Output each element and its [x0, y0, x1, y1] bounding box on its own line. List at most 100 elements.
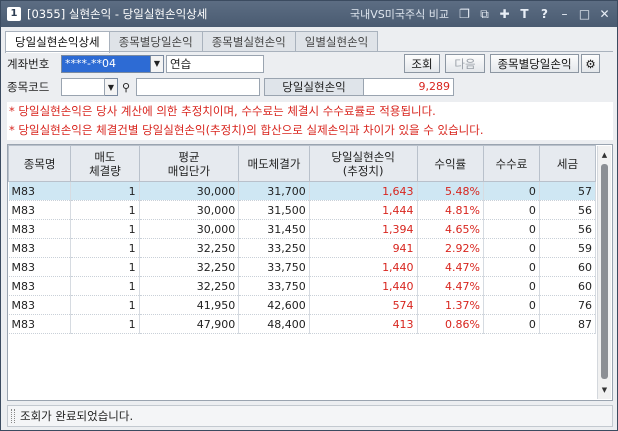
cell-profit: 1,394 [309, 219, 418, 239]
cell-tax: 76 [539, 295, 597, 315]
cell-sell-price: 48,400 [238, 314, 310, 334]
cell-sell-price: 31,450 [238, 219, 310, 239]
table-header-row: 종목명 매도 체결량 평균 매입단가 매도체결가 당일실현손익 (추정치) 수익률 수… [7, 145, 597, 182]
cell-qty: 1 [70, 314, 140, 334]
table-row[interactable]: M83 1 30,000 31,500 1,444 4.81% 0 56 [8, 200, 597, 220]
cell-stock-name: M83 [8, 276, 72, 296]
maximize-icon[interactable]: □ [578, 8, 591, 21]
cell-fee: 0 [483, 200, 540, 220]
tab-bar: 당일실현손익상세 종목별당일손익 종목별실현손익 일별실현손익 [5, 31, 379, 53]
header-tax[interactable]: 세금 [538, 145, 597, 182]
cell-avg-price: 30,000 [139, 219, 240, 239]
help-icon[interactable]: ? [538, 8, 551, 21]
cell-profit: 1,643 [309, 181, 418, 201]
cell-rate: 4.47% [417, 257, 484, 277]
cell-tax: 87 [539, 314, 597, 334]
tab-daily-by-stock[interactable]: 종목별당일손익 [108, 31, 203, 52]
code-row: 종목코드 ▼ ⚲ 당일실현손익 9,289 [7, 78, 454, 96]
notice-box: * 당일실현손익은 당사 계산에 의한 추정치이며, 수수료는 체결시 수수료률… [7, 102, 613, 140]
table-row[interactable]: M83 1 32,250 33,250 941 2.92% 0 59 [8, 238, 597, 258]
realized-pl-table: 종목명 매도 체결량 평균 매입단가 매도체결가 당일실현손익 (추정치) 수익률 수… [7, 144, 613, 401]
cell-sell-price: 33,750 [238, 257, 310, 277]
cell-avg-price: 32,250 [139, 257, 240, 277]
cell-qty: 1 [70, 295, 140, 315]
notice-line: * 당일실현손익은 체결건별 당일실현손익(추정치)의 합산으로 실제손익과 차… [9, 123, 484, 137]
header-fee[interactable]: 수수료 [482, 145, 540, 182]
title-bar[interactable]: 1 [0355] 실현손익 - 당일실현손익상세 국내VS미국주식 비교 ❐ ⧉… [1, 1, 617, 27]
cell-rate: 5.48% [417, 181, 484, 201]
notice-line: * 당일실현손익은 당사 계산에 의한 추정치이며, 수수료는 체결시 수수료률… [9, 104, 436, 118]
table-row[interactable]: M83 1 30,000 31,450 1,394 4.65% 0 56 [8, 219, 597, 239]
link-icon[interactable]: ⧉ [478, 8, 491, 21]
search-icon[interactable]: ⚲ [118, 78, 134, 96]
tab-daily-realized[interactable]: 일별실현손익 [294, 31, 379, 52]
cell-avg-price: 32,250 [139, 238, 240, 258]
cell-rate: 1.37% [417, 295, 484, 315]
summary-label: 당일실현손익 [264, 78, 364, 96]
cell-rate: 4.81% [417, 200, 484, 220]
header-sell-price[interactable]: 매도체결가 [238, 145, 310, 182]
status-message: 조회가 완료되었습니다. [20, 409, 134, 423]
header-return-rate[interactable]: 수익률 [416, 145, 484, 182]
status-grip-icon [11, 409, 15, 423]
cell-qty: 1 [70, 257, 140, 277]
tab-realized-by-stock[interactable]: 종목별실현손익 [201, 31, 296, 52]
cell-tax: 59 [539, 238, 597, 258]
table-row[interactable]: M83 1 47,900 48,400 413 0.86% 0 87 [8, 314, 597, 334]
main-window: 1 [0355] 실현손익 - 당일실현손익상세 국내VS미국주식 비교 ❐ ⧉… [0, 0, 618, 431]
cell-qty: 1 [70, 200, 140, 220]
cell-stock-name: M83 [8, 238, 72, 258]
scroll-down-icon[interactable]: ▼ [598, 383, 611, 397]
cell-tax: 56 [539, 219, 597, 239]
tab-daily-realized-detail[interactable]: 당일실현손익상세 [5, 31, 110, 53]
cell-stock-name: M83 [8, 200, 72, 220]
cell-rate: 4.65% [417, 219, 484, 239]
header-daily-profit[interactable]: 당일실현손익 (추정치) [308, 145, 418, 182]
vertical-scrollbar[interactable]: ▲ ▼ [597, 146, 611, 399]
account-name-field[interactable]: 연습 [166, 54, 264, 73]
by-stock-daily-button[interactable]: 종목별당일손익 [490, 54, 579, 73]
close-icon[interactable]: ✕ [598, 8, 611, 21]
account-number-field[interactable]: ****-**04 [61, 54, 151, 73]
header-avg-buy-price[interactable]: 평균 매입단가 [138, 145, 240, 182]
cell-avg-price: 30,000 [139, 200, 240, 220]
cell-profit: 574 [309, 295, 418, 315]
settings-gear-icon[interactable]: ⚙ [581, 54, 600, 73]
header-sell-qty[interactable]: 매도 체결량 [70, 145, 140, 182]
cell-profit: 1,440 [309, 276, 418, 296]
table-row[interactable]: M83 1 41,950 42,600 574 1.37% 0 76 [8, 295, 597, 315]
header-stock-name[interactable]: 종목명 [7, 145, 72, 182]
scroll-up-icon[interactable]: ▲ [598, 148, 611, 162]
font-size-icon[interactable]: T [518, 8, 531, 21]
table-row[interactable]: M83 1 32,250 33,750 1,440 4.47% 0 60 [8, 257, 597, 277]
cell-rate: 0.86% [417, 314, 484, 334]
account-dropdown-icon[interactable]: ▼ [151, 54, 164, 73]
scroll-thumb[interactable] [601, 164, 608, 379]
cell-avg-price: 41,950 [139, 295, 240, 315]
account-row: 계좌번호 ****-**04 ▼ 연습 조회 다음 종목별당일손익 ⚙ [7, 54, 600, 73]
pin-icon[interactable]: ✚ [498, 8, 511, 21]
next-button[interactable]: 다음 [445, 54, 485, 73]
cell-sell-price: 33,750 [238, 276, 310, 296]
cell-qty: 1 [70, 276, 140, 296]
code-dropdown-icon[interactable]: ▼ [105, 78, 118, 96]
compare-link[interactable]: 국내VS미국주식 비교 [350, 6, 449, 22]
query-button[interactable]: 조회 [404, 54, 440, 73]
minimize-icon[interactable]: – [558, 8, 571, 21]
cell-sell-price: 33,250 [238, 238, 310, 258]
cell-sell-price: 42,600 [238, 295, 310, 315]
cell-profit: 1,444 [309, 200, 418, 220]
cell-rate: 2.92% [417, 238, 484, 258]
stock-code-field[interactable] [61, 78, 105, 96]
cell-tax: 60 [539, 257, 597, 277]
cell-tax: 60 [539, 276, 597, 296]
stock-name-field[interactable] [136, 78, 260, 96]
code-label: 종목코드 [7, 80, 50, 94]
cell-sell-price: 31,700 [238, 181, 310, 201]
table-row[interactable]: M83 1 30,000 31,700 1,643 5.48% 0 57 [8, 181, 597, 201]
cell-stock-name: M83 [8, 219, 72, 239]
table-row[interactable]: M83 1 32,250 33,750 1,440 4.47% 0 60 [8, 276, 597, 296]
window-icon[interactable]: ❐ [458, 8, 471, 21]
cell-qty: 1 [70, 238, 140, 258]
cell-qty: 1 [70, 219, 140, 239]
